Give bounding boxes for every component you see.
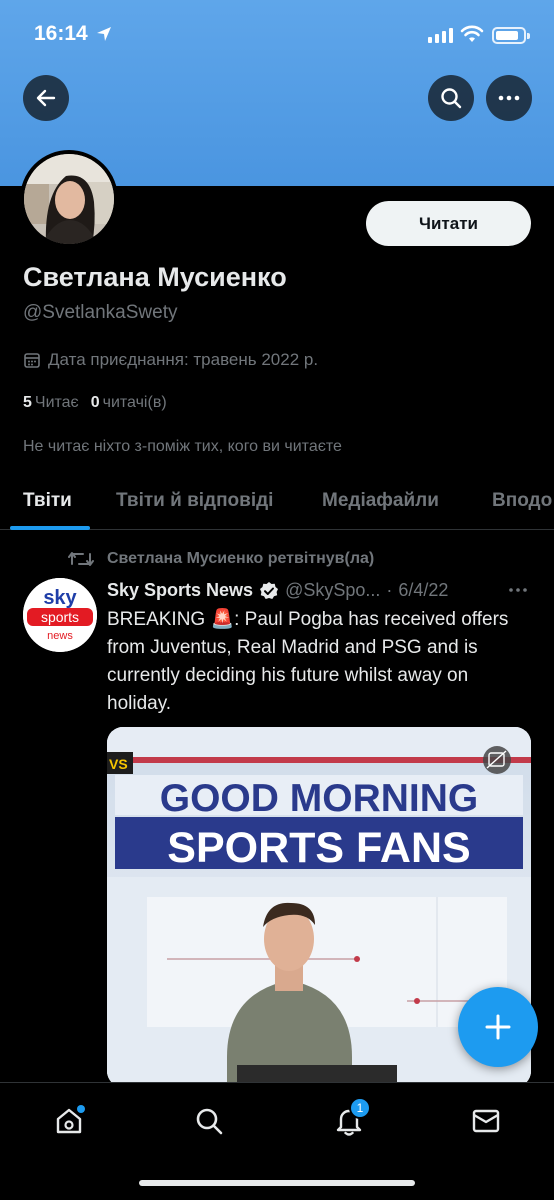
nav-home[interactable] [49,1101,89,1141]
active-tab-indicator [10,526,90,530]
nav-search[interactable] [189,1101,229,1141]
profile-avatar[interactable] [20,150,118,248]
arrow-left-icon [36,89,56,107]
following-label: Читає [34,394,79,411]
location-arrow-icon [97,27,111,41]
sports-logo-text: sports [41,609,79,625]
status-time: 16:14 [34,22,88,45]
search-icon [196,1108,223,1135]
battery-icon [492,27,530,44]
retweet-icon [68,552,94,566]
profile-display-name: Светлана Мусиенко [23,262,287,292]
cellular-signal-icon [428,28,453,43]
nav-messages[interactable] [466,1101,506,1141]
notification-badge: 1 [349,1097,371,1119]
following-count: 5 [23,394,32,411]
followers-link[interactable]: 0 читачі(в) [91,394,167,412]
mutual-followers-text: Не читає ніхто з-поміж тих, кого ви чита… [23,438,342,455]
vs-tag: VS [109,756,128,772]
tweet-meta-separator: · [386,580,393,600]
mail-icon [472,1109,500,1133]
retweet-context[interactable]: Светлана Мусиенко ретвітнув(ла) [68,550,374,568]
search-button[interactable] [428,75,474,121]
calendar-icon [24,353,40,368]
tweet-date[interactable]: 6/4/22 [398,580,448,601]
verified-badge-icon [260,581,279,599]
tweet-author-name[interactable]: Sky Sports News [107,580,253,601]
tab-media[interactable]: Медіафайли [322,490,439,512]
profile-handle: @SvetlankaSwety [23,302,178,323]
back-button[interactable] [23,75,69,121]
followers-label: читачі(в) [102,394,167,411]
tweet-header: Sky Sports News @SkySpo... · 6/4/22 [107,580,527,601]
news-logo-text: news [47,630,73,642]
plus-icon [485,1014,511,1040]
compose-tweet-button[interactable] [458,987,538,1067]
wifi-icon [460,25,484,42]
tweet-text: BREAKING 🚨: Paul Pogba has received offe… [107,609,509,714]
more-button[interactable] [486,75,532,121]
tweet-more-icon[interactable] [508,580,528,600]
following-link[interactable]: 5 Читає [23,394,79,412]
good-morning-text: GOOD MORNING [160,777,479,820]
tab-likes[interactable]: Вподо [492,490,552,512]
status-bar: 16:14 [0,0,554,70]
home-unread-dot [77,1105,85,1113]
tab-tweets-replies[interactable]: Твіти й відповіді [116,490,273,512]
home-indicator [139,1180,415,1186]
follow-button[interactable]: Читати [366,201,531,246]
sports-fans-text: SPORTS FANS [167,824,470,872]
tweet-author-avatar[interactable]: sky sports news [23,578,97,652]
joined-date: Дата приєднання: травень 2022 р. [23,350,318,370]
follow-counts: 5 Читає 0 читачі(в) [23,394,167,412]
nav-notifications[interactable]: 1 [329,1097,371,1141]
followers-count: 0 [90,394,100,411]
search-icon [441,88,462,109]
retweet-label: Светлана Мусиенко ретвітнув(ла) [107,550,375,567]
profile-tabs: Твіти Твіти й відповіді Медіафайли Вподо [0,472,554,530]
tab-tweets[interactable]: Твіти [23,490,72,512]
joined-text: Дата приєднання: травень 2022 р. [48,350,319,369]
tweet-author-handle[interactable]: @SkySpo... [285,580,380,601]
more-horizontal-icon [498,95,520,101]
sky-logo-text: sky [43,587,77,609]
